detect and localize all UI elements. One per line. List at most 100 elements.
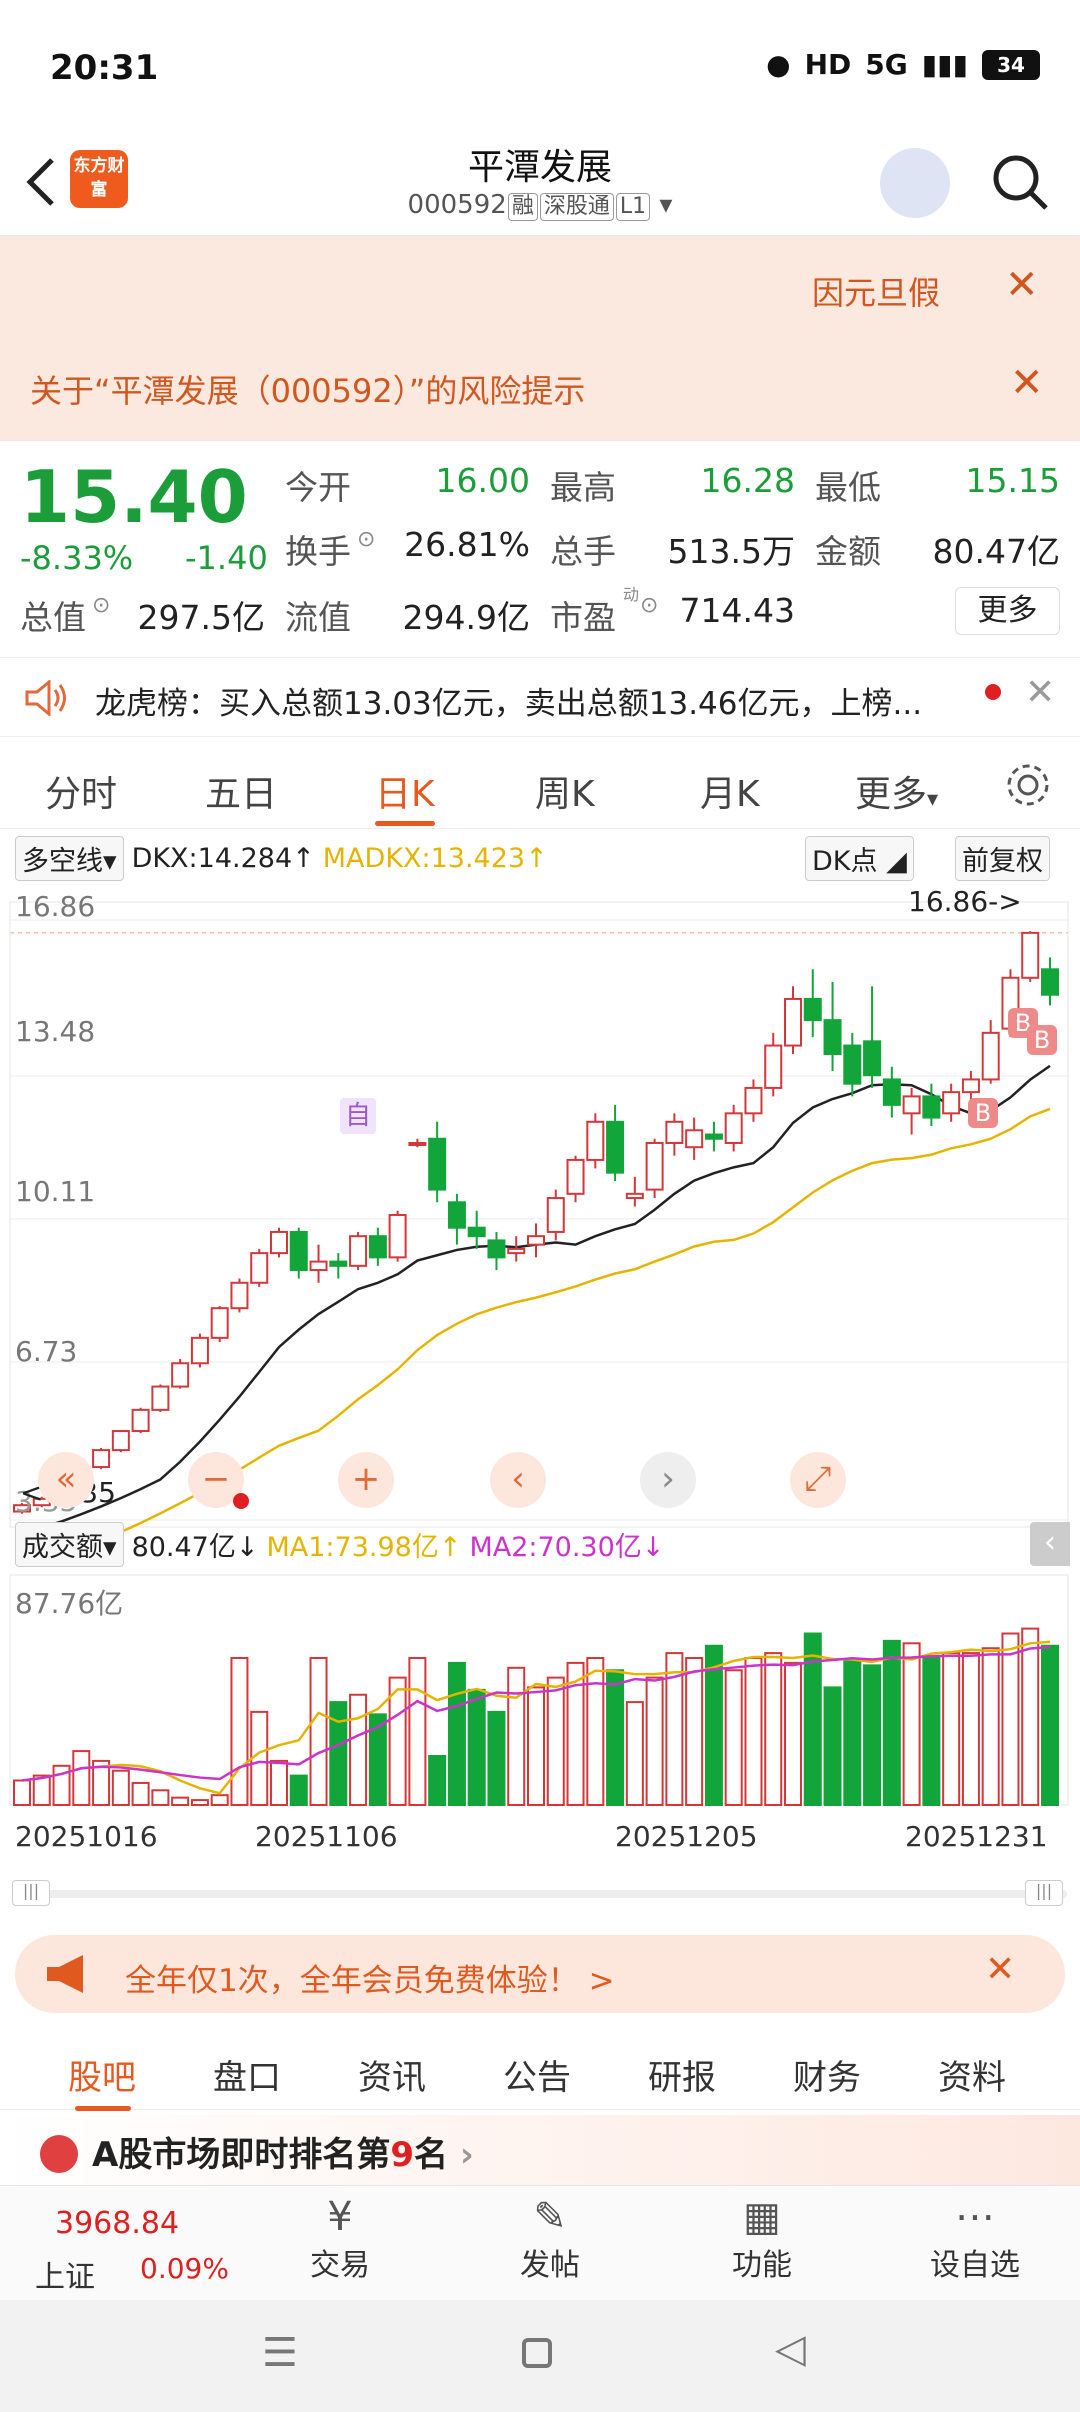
adjust-button[interactable]: 前复权: [955, 836, 1050, 881]
volume-bar: [625, 1701, 644, 1806]
info-icon[interactable]: ⊙: [357, 527, 375, 552]
volume-bar: [507, 1666, 526, 1807]
collapse-icon[interactable]: ‹: [1030, 1522, 1070, 1566]
tab-monthly-k[interactable]: 月K: [700, 765, 760, 817]
candle: [803, 997, 822, 1022]
search-icon[interactable]: [988, 150, 1052, 214]
volume-bar: [151, 1789, 170, 1807]
next-icon[interactable]: ›: [640, 1452, 696, 1508]
chart-tabs: 分时 五日 日K 周K 月K 更多▾: [0, 745, 1080, 829]
trade-button[interactable]: ¥ 交易: [290, 2194, 390, 2284]
ma2-value: MA2:70.30亿↓: [469, 1525, 664, 1564]
candle: [349, 1235, 368, 1267]
arrow-up-icon: ↑: [292, 843, 315, 874]
volume-select[interactable]: 成交额▾: [15, 1522, 124, 1567]
dragon-tiger-bar[interactable]: 龙虎榜：买入总额13.03亿元，卖出总额13.46亿元，上榜... ✕: [0, 657, 1080, 737]
candle: [92, 1449, 111, 1469]
dk-point-button[interactable]: DK点 ◢: [805, 836, 914, 881]
post-label: 发帖: [520, 2248, 580, 2283]
volume-bar: [210, 1794, 229, 1807]
assistant-robot-icon[interactable]: [880, 148, 950, 218]
candle: [1021, 931, 1040, 979]
candle: [744, 1086, 763, 1115]
fullscreen-icon[interactable]: ⤢: [790, 1452, 846, 1508]
prev-icon[interactable]: ‹: [490, 1452, 546, 1508]
float-value: 294.9亿: [402, 598, 530, 637]
tab-finance[interactable]: 财务: [793, 2050, 861, 2099]
index-name[interactable]: 上证: [35, 2252, 95, 2296]
zoom-in-icon[interactable]: +: [338, 1452, 394, 1508]
tab-profile[interactable]: 资料: [938, 2050, 1006, 2099]
watchlist-button[interactable]: ⋯ 设自选: [915, 2194, 1035, 2284]
scroll-handle-left[interactable]: |||: [12, 1880, 50, 1906]
holiday-notice[interactable]: 因元旦假: [812, 268, 940, 314]
candle: [704, 1133, 723, 1140]
tab-more[interactable]: 更多▾: [855, 765, 938, 817]
candle: [250, 1252, 269, 1284]
rank-number: 9: [390, 2135, 414, 2175]
back-nav-icon[interactable]: ◁: [775, 2326, 806, 2372]
volume-bar: [823, 1686, 842, 1806]
post-button[interactable]: ✎ 发帖: [500, 2194, 600, 2284]
tab-research[interactable]: 研报: [648, 2050, 716, 2099]
volume-bar: [467, 1688, 486, 1807]
volume-bar: [586, 1657, 605, 1806]
menu-icon[interactable]: ☰: [262, 2330, 298, 2376]
tab-daily-k[interactable]: 日K: [375, 765, 435, 817]
tab-announcements[interactable]: 公告: [503, 2050, 571, 2099]
close-icon[interactable]: ✕: [1025, 672, 1055, 713]
rank-prefix: A股市场即时排名第: [92, 2135, 391, 2175]
open-value: 16.00: [435, 461, 530, 500]
kline-chart[interactable]: 多空线▾ DKX:14.284↑ MADKX:13.423↑ DK点 ◢ 前复权…: [0, 830, 1080, 1906]
candle: [1041, 968, 1059, 996]
quote-panel: 15.40 -8.33% -1.40 今开 16.00 最高 16.28 最低 …: [0, 441, 1080, 646]
bottom-bar: 3968.84 上证 0.09% ¥ 交易 ✎ 发帖 ▦ 功能 ⋯ 设自选: [0, 2185, 1080, 2300]
info-icon[interactable]: ⊙: [640, 593, 658, 618]
volume-bar: [329, 1701, 348, 1806]
content-tabs: 股吧 盘口 资讯 公告 研报 财务 资料: [0, 2030, 1080, 2111]
candle: [724, 1112, 743, 1144]
price-tick: 16.86: [15, 890, 96, 923]
close-icon[interactable]: ✕: [1010, 360, 1044, 406]
scroll-handle-right[interactable]: |||: [1025, 1880, 1063, 1906]
price-tick: 13.48: [15, 1015, 96, 1048]
risk-notice[interactable]: 关于“平潭发展（000592）”的风险提示: [30, 366, 585, 412]
turnover-label: 换手: [285, 532, 351, 571]
more-button[interactable]: 更多: [955, 587, 1060, 635]
tab-orderbook[interactable]: 盘口: [213, 2050, 281, 2099]
notice-area: 因元旦假 ✕ 关于“平潭发展（000592）”的风险提示 ✕: [0, 236, 1080, 441]
close-icon[interactable]: ✕: [1005, 262, 1039, 308]
volume-bar: [744, 1657, 763, 1806]
caret-down-icon: ▾: [927, 787, 939, 812]
chart-scrollbar[interactable]: [12, 1890, 1067, 1898]
candle: [645, 1141, 664, 1191]
tab-intraday[interactable]: 分时: [45, 765, 117, 817]
tab-news[interactable]: 资讯: [358, 2050, 426, 2099]
candle: [388, 1214, 407, 1259]
indicator-select[interactable]: 多空线▾: [15, 836, 124, 881]
candle: [784, 997, 802, 1047]
volume-bar: [1041, 1644, 1059, 1807]
rewind-icon[interactable]: «: [38, 1452, 94, 1508]
index-value[interactable]: 3968.84: [55, 2206, 179, 2241]
megaphone-icon: [47, 1955, 83, 1993]
tab-five-day[interactable]: 五日: [205, 765, 277, 817]
active-tab-underline: [375, 821, 435, 826]
function-button[interactable]: ▦ 功能: [712, 2194, 812, 2284]
rank-row[interactable]: A股市场即时排名第9名 ›: [0, 2115, 1080, 2185]
self-select-mark[interactable]: 自: [340, 1098, 376, 1134]
date-tick: 20251016: [15, 1820, 158, 1853]
more-dots-icon: ⋯: [955, 2194, 995, 2240]
candle: [606, 1120, 625, 1174]
promo-banner[interactable]: 全年仅1次，全年会员免费体验！ > ✕: [15, 1935, 1065, 2013]
volume-bar: [784, 1661, 802, 1807]
volume-bar: [428, 1755, 447, 1807]
tab-forum[interactable]: 股吧: [68, 2050, 136, 2099]
info-icon[interactable]: ⊙: [92, 593, 110, 618]
candle: [665, 1120, 684, 1144]
tab-weekly-k[interactable]: 周K: [535, 765, 595, 817]
settings-gear-icon[interactable]: [1002, 759, 1054, 811]
home-icon[interactable]: [522, 2338, 552, 2368]
index-pct[interactable]: 0.09%: [140, 2252, 229, 2285]
close-icon[interactable]: ✕: [985, 1949, 1015, 1990]
